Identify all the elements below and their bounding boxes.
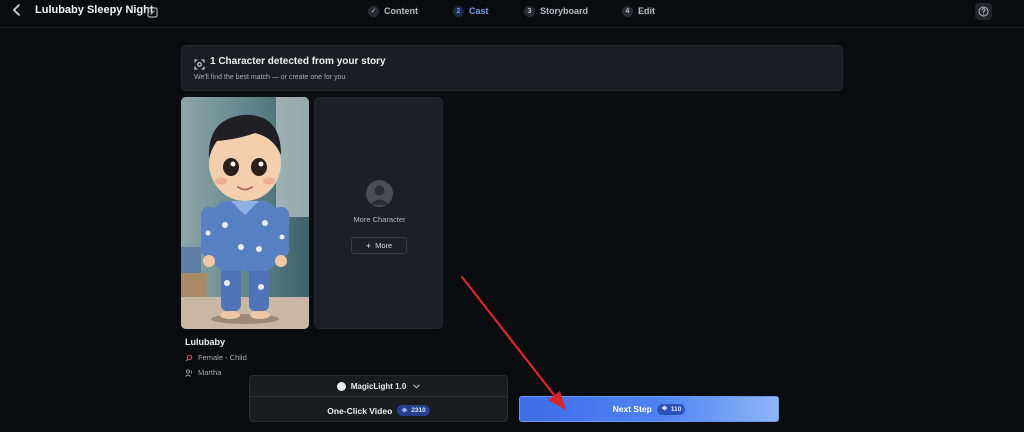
help-icon [978, 6, 989, 17]
more-button[interactable]: + More [351, 237, 407, 254]
scan-face-icon [194, 57, 205, 70]
character-gender-age: Female - Child [198, 353, 247, 362]
step-content[interactable]: ✓ Content [368, 4, 418, 18]
magiclight-logo-icon [336, 381, 346, 391]
credit-badge: 2310 [397, 405, 430, 416]
next-step-label: Next Step [612, 404, 652, 414]
model-name: MagicLight 1.0 [350, 381, 407, 391]
voice-icon [185, 368, 193, 377]
check-icon: ✓ [368, 5, 379, 17]
character-card[interactable] [181, 97, 309, 329]
character-detected-banner: 1 Character detected from your story We'… [181, 45, 843, 91]
more-character-card: More Character + More [314, 97, 443, 329]
character-voice-name: Martha [198, 368, 222, 377]
step-storyboard[interactable]: 3 Storyboard [524, 4, 588, 18]
edit-title-icon[interactable] [147, 5, 158, 18]
credit-icon [661, 405, 668, 413]
credit-badge: 110 [656, 403, 686, 415]
back-arrow-icon[interactable] [10, 3, 24, 17]
next-step-credits: 110 [670, 405, 682, 413]
help-button[interactable] [975, 3, 992, 20]
character-name: Lulubaby [185, 337, 225, 347]
one-click-credits: 2310 [411, 407, 426, 414]
banner-subtitle: We'll find the best match — or create on… [194, 74, 346, 81]
generation-panel: MagicLight 1.0 One-Click Video 2310 [249, 375, 508, 422]
avatar-placeholder-icon [366, 180, 393, 207]
gender-icon [185, 354, 193, 361]
more-character-label: More Character [353, 215, 406, 224]
step-cast[interactable]: 2 Cast [453, 4, 489, 18]
banner-title: 1 Character detected from your story [210, 56, 386, 67]
step-label: Cast [469, 6, 489, 16]
character-image [181, 97, 309, 329]
character-gender: Female - Child [185, 353, 247, 362]
plus-icon: + [365, 240, 372, 251]
chevron-down-icon [413, 382, 421, 391]
step-label: Storyboard [540, 6, 589, 16]
step-number: 3 [524, 5, 535, 17]
model-selector[interactable]: MagicLight 1.0 [250, 376, 507, 397]
credit-icon [401, 407, 408, 415]
project-title: Lulubaby Sleepy Night [35, 4, 154, 16]
step-label: Edit [638, 6, 655, 16]
next-step-button[interactable]: Next Step 110 [519, 396, 779, 422]
top-bar: Lulubaby Sleepy Night ✓ Content 2 Cast 3… [0, 0, 1024, 28]
one-click-label: One-Click Video [327, 405, 393, 416]
character-voice: Martha [185, 368, 221, 377]
step-label: Content [384, 6, 418, 16]
step-edit[interactable]: 4 Edit [622, 4, 655, 18]
one-click-video-button[interactable]: One-Click Video 2310 [250, 398, 507, 423]
step-number: 4 [622, 5, 633, 17]
more-button-label: More [375, 241, 393, 250]
step-number: 2 [453, 5, 464, 17]
